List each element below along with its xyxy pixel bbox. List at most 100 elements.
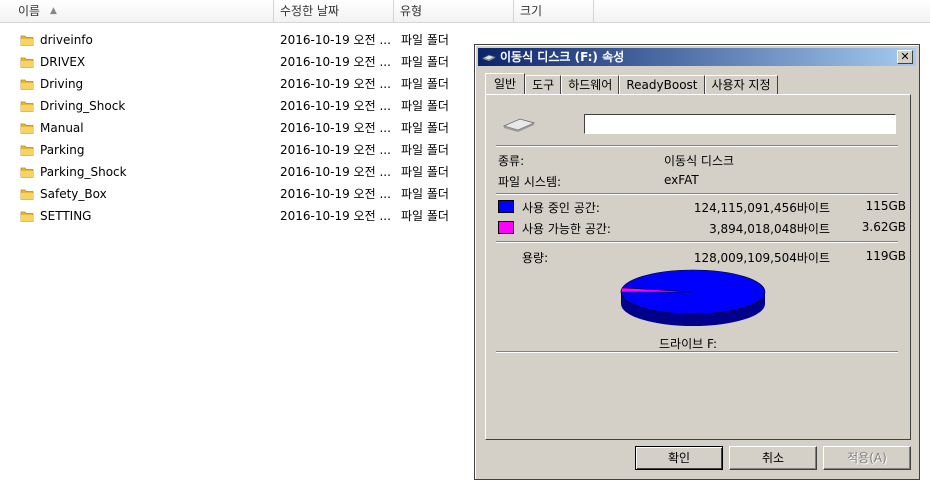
file-row[interactable]: Parking 2016-10-19 오전 ... 파일 폴더 (0, 139, 480, 161)
apply-button[interactable]: 적용(A) (823, 446, 911, 470)
file-row[interactable]: Driving 2016-10-19 오전 ... 파일 폴더 (0, 73, 480, 95)
folder-icon (20, 123, 34, 134)
file-row[interactable]: SETTING 2016-10-19 오전 ... 파일 폴더 (0, 205, 480, 227)
file-type: 파일 폴더 (401, 33, 449, 47)
close-icon: ✕ (900, 50, 910, 63)
type-label: 종류: (498, 154, 525, 168)
tab-readyboost[interactable]: ReadyBoost (619, 75, 705, 95)
file-name: DRIVEX (40, 55, 86, 69)
ok-button-label: 확인 (667, 451, 691, 465)
file-type: 파일 폴더 (401, 99, 449, 113)
tab-hardware[interactable]: 하드웨어 (561, 75, 620, 95)
type-value: 이동식 디스크 (664, 154, 735, 168)
file-name: Manual (40, 121, 84, 135)
file-row[interactable]: driveinfo 2016-10-19 오전 ... 파일 폴더 (0, 29, 480, 51)
divider (496, 241, 898, 243)
file-row[interactable]: DRIVEX 2016-10-19 오전 ... 파일 폴더 (0, 51, 480, 73)
file-name: Driving_Shock (40, 99, 126, 113)
ok-button[interactable]: 확인 (635, 446, 723, 470)
file-type: 파일 폴더 (401, 209, 449, 223)
free-space-bytes: 3,894,018,048바이트 (709, 222, 830, 236)
tab-hardware-label: 하드웨어 (568, 78, 613, 92)
filesystem-value: exFAT (664, 173, 699, 187)
folder-icon (20, 57, 34, 68)
properties-dialog: 이동식 디스크 (F:) 속성 ✕ 일반 도구 하드웨어 ReadyBoost … (474, 44, 920, 480)
file-type: 파일 폴더 (401, 165, 449, 179)
used-space-swatch (498, 200, 514, 213)
column-date-header[interactable]: 수정한 날짜 (274, 0, 394, 23)
file-row[interactable]: Safety_Box 2016-10-19 오전 ... 파일 폴더 (0, 183, 480, 205)
file-date: 2016-10-19 오전 ... (280, 77, 391, 91)
file-date: 2016-10-19 오전 ... (280, 121, 391, 135)
tab-tools-label: 도구 (532, 78, 555, 92)
column-date-label: 수정한 날짜 (280, 4, 340, 18)
dialog-title: 이동식 디스크 (F:) 속성 (500, 50, 625, 64)
file-name: Safety_Box (40, 187, 107, 201)
tab-tools[interactable]: 도구 (525, 75, 562, 95)
file-name: SETTING (40, 209, 92, 223)
file-date: 2016-10-19 오전 ... (280, 187, 391, 201)
apply-button-label: 적용(A) (847, 451, 887, 465)
file-date: 2016-10-19 오전 ... (280, 209, 391, 223)
capacity-bytes: 128,009,109,504바이트 (693, 251, 830, 265)
file-date: 2016-10-19 오전 ... (280, 55, 391, 69)
used-space-gb: 115GB (865, 199, 906, 213)
file-type: 파일 폴더 (401, 143, 449, 157)
cancel-button[interactable]: 취소 (729, 446, 817, 470)
divider (496, 145, 898, 147)
column-header: 이름 ▲ 수정한 날짜 유형 크기 (0, 0, 930, 23)
sort-ascending-icon: ▲ (50, 6, 57, 16)
folder-icon (20, 145, 34, 156)
file-date: 2016-10-19 오전 ... (280, 33, 391, 47)
divider (496, 351, 898, 353)
used-space-label: 사용 중인 공간: (522, 201, 600, 215)
used-space-bytes: 124,115,091,456바이트 (693, 201, 830, 215)
tab-strip: 일반 도구 하드웨어 ReadyBoost 사용자 지정 (485, 73, 778, 95)
file-name: Parking_Shock (40, 165, 127, 179)
cancel-button-label: 취소 (761, 451, 785, 465)
column-size-label: 크기 (520, 4, 543, 18)
folder-icon (20, 35, 34, 46)
general-panel: 종류: 이동식 디스크 파일 시스템: exFAT 사용 중인 공간: 124,… (485, 94, 911, 440)
capacity-gb: 119GB (865, 249, 906, 263)
disk-usage-pie (620, 269, 766, 326)
tab-readyboost-label: ReadyBoost (626, 78, 698, 92)
free-space-label: 사용 가능한 공간: (522, 222, 611, 236)
filesystem-label: 파일 시스템: (498, 175, 562, 189)
column-name-header[interactable]: 이름 ▲ (0, 0, 274, 23)
divider (496, 193, 898, 195)
file-type: 파일 폴더 (401, 55, 449, 69)
file-row[interactable]: Driving_Shock 2016-10-19 오전 ... 파일 폴더 (0, 95, 480, 117)
column-type-header[interactable]: 유형 (394, 0, 514, 23)
folder-icon (20, 79, 34, 90)
file-name: Driving (40, 77, 84, 91)
file-date: 2016-10-19 오전 ... (280, 143, 391, 157)
tab-general-label: 일반 (494, 77, 517, 91)
file-type: 파일 폴더 (401, 77, 449, 91)
removable-drive-icon (482, 54, 496, 61)
volume-label-input[interactable] (584, 114, 896, 134)
file-date: 2016-10-19 오전 ... (280, 99, 391, 113)
folder-icon (20, 167, 34, 178)
file-type: 파일 폴더 (401, 187, 449, 201)
tab-general[interactable]: 일반 (485, 73, 526, 95)
drive-caption: 드라이브 F: (659, 337, 717, 351)
folder-icon (20, 211, 34, 222)
folder-icon (20, 101, 34, 112)
column-type-label: 유형 (400, 4, 423, 18)
close-button[interactable]: ✕ (897, 50, 913, 64)
file-row[interactable]: Parking_Shock 2016-10-19 오전 ... 파일 폴더 (0, 161, 480, 183)
removable-drive-icon (502, 118, 536, 132)
file-name: Parking (40, 143, 85, 157)
free-space-gb: 3.62GB (861, 220, 906, 234)
file-type: 파일 폴더 (401, 121, 449, 135)
dialog-titlebar[interactable]: 이동식 디스크 (F:) 속성 ✕ (478, 48, 916, 66)
tab-customize[interactable]: 사용자 지정 (704, 75, 778, 95)
free-space-swatch (498, 221, 514, 234)
folder-icon (20, 189, 34, 200)
column-size-header[interactable]: 크기 (514, 0, 594, 23)
file-row[interactable]: Manual 2016-10-19 오전 ... 파일 폴더 (0, 117, 480, 139)
file-date: 2016-10-19 오전 ... (280, 165, 391, 179)
capacity-label: 용량: (522, 251, 549, 265)
tab-customize-label: 사용자 지정 (711, 78, 771, 92)
